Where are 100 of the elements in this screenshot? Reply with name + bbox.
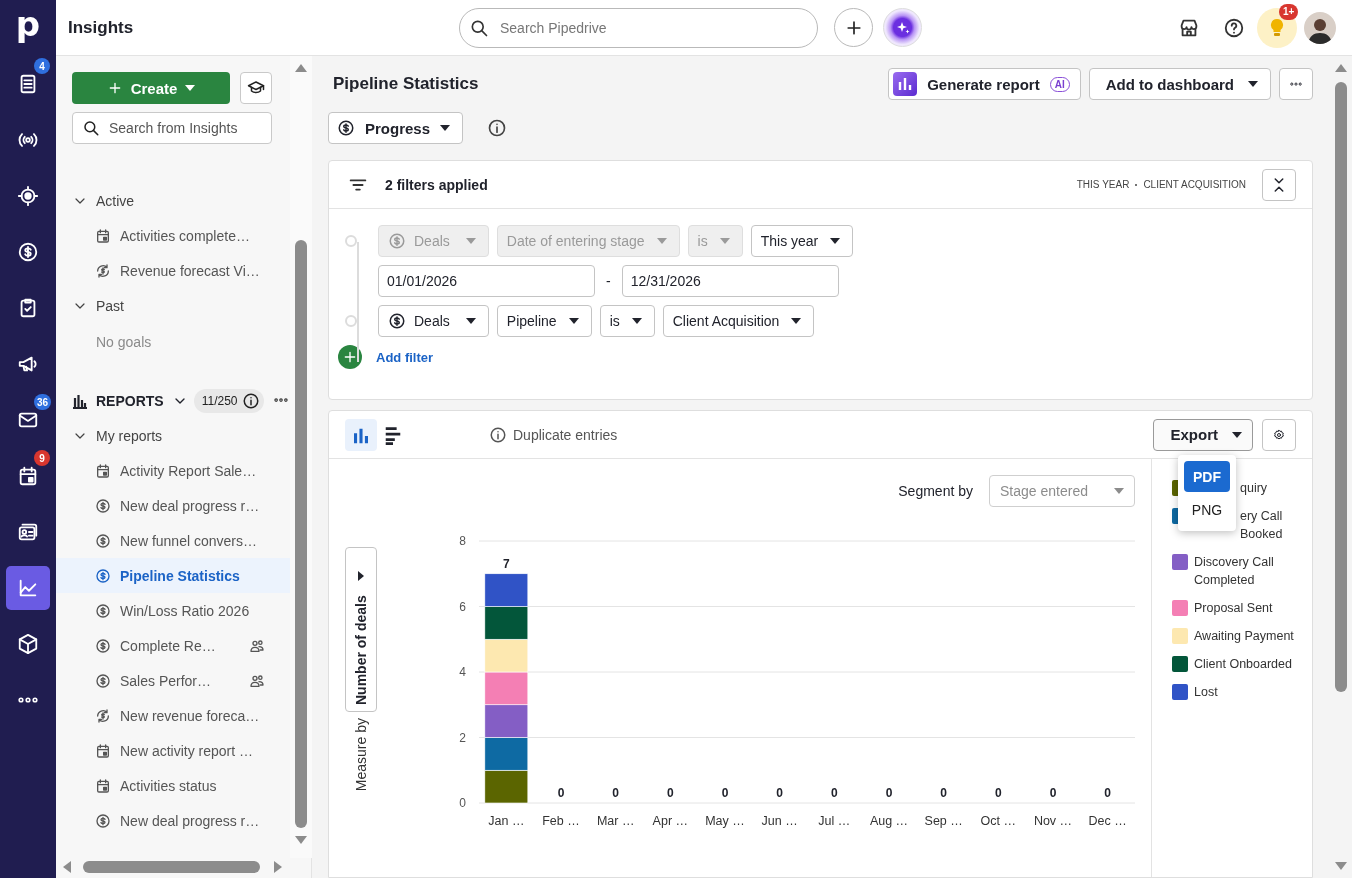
- report-item[interactable]: Revenue forecast Vi…: [56, 253, 290, 288]
- bar-segment: [484, 704, 529, 738]
- filter-tag: CLIENT ACQUISITION: [1143, 179, 1246, 190]
- dollar-icon: [95, 637, 111, 654]
- data-label: 7: [503, 556, 510, 571]
- dollar-icon: [388, 232, 406, 250]
- chart-icon: [893, 72, 918, 96]
- export-button[interactable]: Export: [1153, 418, 1253, 451]
- caret-icon: [185, 85, 196, 91]
- dropdown[interactable]: is: [599, 305, 655, 337]
- calendar-icon: [95, 227, 111, 244]
- caret-icon: [1248, 81, 1258, 87]
- app-logo[interactable]: p: [15, 7, 41, 41]
- axis-category-label: Feb …: [542, 814, 580, 828]
- report-item[interactable]: New funnel convers…: [56, 523, 290, 558]
- calendar-icon: [95, 742, 111, 759]
- target-icon: [17, 185, 39, 207]
- dollar-icon: [17, 241, 39, 263]
- report-item[interactable]: Sales Perfor…: [56, 663, 290, 698]
- count-badge: 36: [34, 394, 52, 410]
- page-title: Insights: [67, 17, 135, 38]
- caret-icon: [1232, 431, 1242, 438]
- legend-label: Proposal Sent: [1194, 600, 1273, 617]
- report-item[interactable]: Activities complete…: [56, 218, 290, 253]
- report-item[interactable]: New deal progress r…: [56, 488, 290, 523]
- bar-segment: [484, 573, 529, 607]
- search-icon: [82, 119, 100, 137]
- tree-group[interactable]: My reports: [72, 418, 272, 453]
- axis-category-label: Sep …: [924, 814, 963, 828]
- report-item[interactable]: Activity Report Sale…: [56, 453, 290, 488]
- data-label: 0: [776, 786, 783, 800]
- empty-message: No goals: [96, 334, 152, 350]
- collapse-button[interactable]: [1262, 168, 1296, 201]
- dollar-icon: [95, 567, 111, 584]
- range-separator: -: [605, 273, 612, 289]
- dropdown[interactable]: This year: [750, 225, 854, 257]
- people-icon: [249, 637, 265, 654]
- tree-group[interactable]: Active: [72, 183, 272, 218]
- section-header[interactable]: REPORTS: [72, 392, 188, 409]
- report-item[interactable]: New deal progress r…: [56, 803, 290, 838]
- settings-button[interactable]: [1262, 418, 1296, 451]
- caret-icon: [568, 318, 579, 324]
- data-label: 0: [557, 786, 565, 800]
- menu-item[interactable]: PNG: [1184, 494, 1230, 525]
- avatar[interactable]: [1304, 11, 1336, 44]
- search-field[interactable]: Search from Insights: [72, 112, 272, 144]
- assistant-button[interactable]: [883, 8, 922, 47]
- data-label: 0: [995, 786, 1002, 800]
- more-icon: [18, 697, 38, 703]
- create-button[interactable]: Create: [72, 72, 230, 104]
- axis-category-label: Dec …: [1088, 814, 1127, 828]
- axis-category-label: May …: [705, 814, 745, 828]
- dollar-icon: [337, 119, 355, 137]
- forecast-icon: [95, 707, 111, 724]
- caret-icon: [465, 238, 476, 244]
- report-item[interactable]: Complete Re…: [56, 628, 290, 663]
- report-item[interactable]: Activities status: [56, 768, 290, 803]
- duplicate-entries-note: Duplicate entries: [513, 426, 618, 443]
- data-label: 0: [721, 786, 729, 800]
- tree-group[interactable]: Past: [72, 288, 272, 323]
- generate-report-button[interactable]: Generate report AI: [888, 68, 1081, 100]
- legend-label: Discovery Call Completed: [1194, 554, 1275, 589]
- data-label: 0: [940, 786, 947, 800]
- more-button[interactable]: [274, 398, 288, 403]
- caret-icon: [719, 238, 730, 244]
- bar-segment: [484, 737, 529, 771]
- dropdown[interactable]: Pipeline: [496, 305, 592, 337]
- report-item[interactable]: New revenue foreca…: [56, 698, 290, 733]
- measure-dropdown[interactable]: Number of deals: [345, 547, 377, 712]
- notification-badge: 1+: [1279, 3, 1299, 20]
- academy-button[interactable]: [240, 72, 272, 104]
- axis-tick-label: 4: [459, 665, 466, 679]
- add-to-dashboard-button[interactable]: Add to dashboard: [1088, 68, 1271, 100]
- lightbulb-icon: [1268, 17, 1286, 38]
- report-item[interactable]: Win/Loss Ratio 2026: [56, 593, 290, 628]
- more-icon: [274, 398, 288, 403]
- report-item[interactable]: Pipeline Statistics: [56, 558, 290, 593]
- add-icon[interactable]: [337, 345, 362, 369]
- date-field[interactable]: 01/01/2026: [378, 265, 595, 297]
- axis-category-label: Mar …: [596, 814, 635, 828]
- dollar-icon: [95, 812, 111, 829]
- caret-icon: [631, 318, 642, 324]
- bar-segment: [484, 671, 529, 706]
- info-icon: [487, 118, 508, 138]
- bar-chart-icon: [72, 392, 88, 409]
- add-filter-link[interactable]: Add filter: [376, 349, 434, 365]
- dropdown[interactable]: Client Acquisition: [662, 305, 815, 337]
- axis-category-label: Jul …: [818, 814, 851, 828]
- report-item[interactable]: New activity report …: [56, 733, 290, 768]
- count-badge: 11/250: [193, 388, 264, 413]
- calendar-icon: [17, 465, 39, 487]
- segment-label: Segment by: [898, 483, 973, 499]
- dollar-icon: [95, 532, 111, 549]
- view-dropdown[interactable]: Progress: [328, 112, 464, 144]
- axis-tick-label: 0: [459, 796, 466, 810]
- axis-category-label: Apr …: [652, 814, 689, 828]
- menu-item[interactable]: PDF: [1184, 461, 1230, 492]
- tips-button[interactable]: 1+: [1257, 7, 1297, 48]
- date-field[interactable]: 12/31/2026: [621, 265, 839, 297]
- dropdown[interactable]: Deals: [378, 305, 489, 337]
